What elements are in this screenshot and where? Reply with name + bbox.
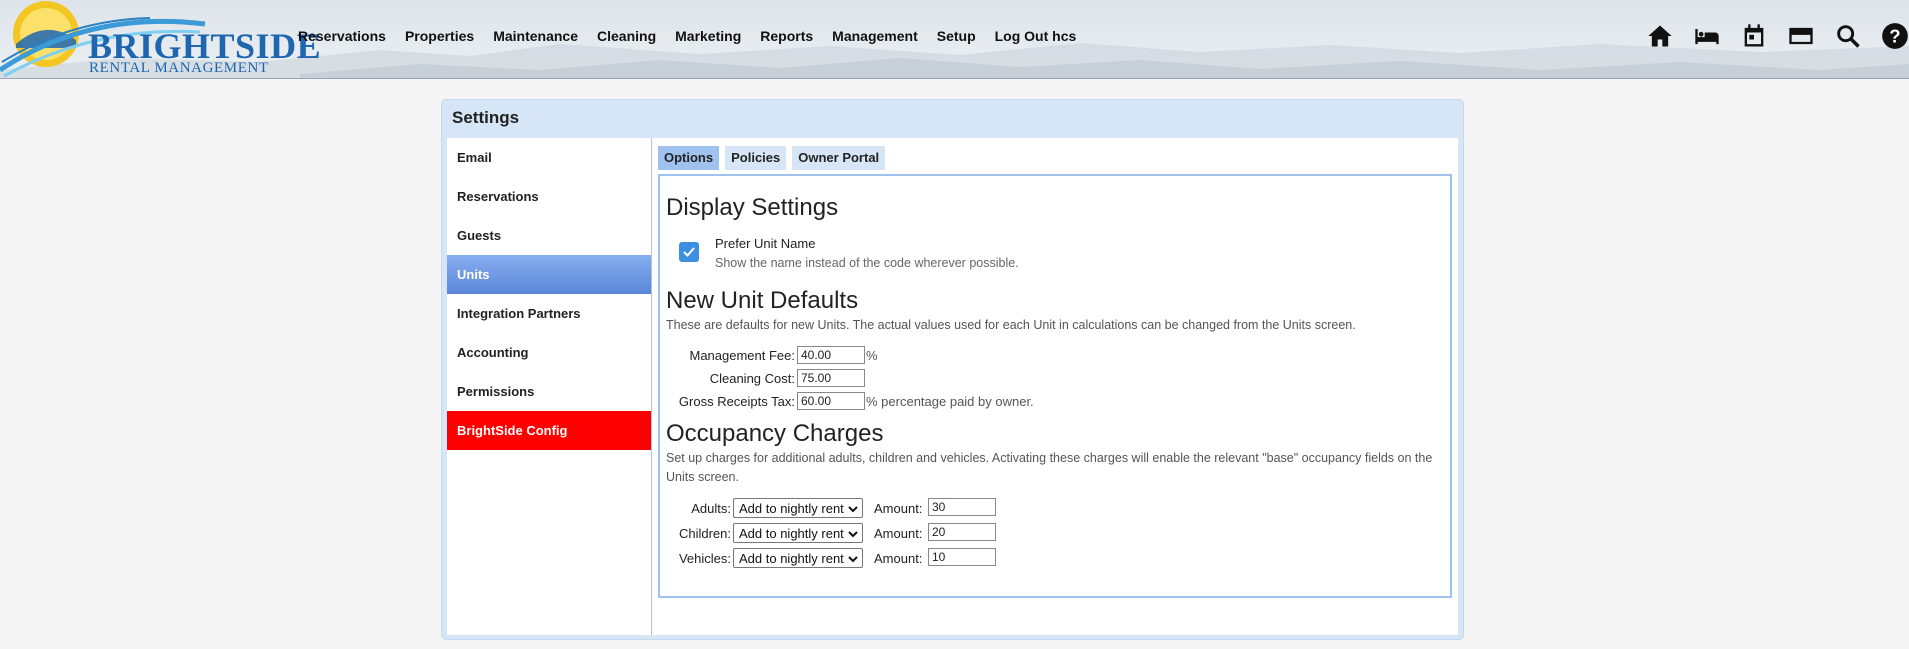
nav-reports[interactable]: Reports [760,28,813,44]
sidebar-item-brightside-config[interactable]: BrightSide Config [447,411,651,450]
tab-owner-portal[interactable]: Owner Portal [792,146,886,170]
adults-amount-input[interactable] [928,498,996,516]
sidebar-item-reservations[interactable]: Reservations [447,177,651,216]
adults-charge-value: Add to nightly rent [739,501,844,516]
options-tab-panel: Display Settings Prefer Unit Name Show t… [658,174,1452,598]
sidebar-item-guests[interactable]: Guests [447,216,651,255]
chevron-down-icon [848,531,858,538]
management-fee-input[interactable] [797,346,865,364]
adults-charge-select[interactable]: Add to nightly rent [733,498,863,518]
tab-policies[interactable]: Policies [725,146,787,170]
nav-marketing[interactable]: Marketing [675,28,741,44]
brand-subtitle: RENTAL MANAGEMENT [89,60,269,76]
children-amount-input[interactable] [928,523,996,541]
children-label: Children: [678,526,731,541]
nav-properties[interactable]: Properties [405,28,474,44]
main-nav: Reservations Properties Maintenance Clea… [298,28,1095,44]
bed-icon[interactable] [1693,22,1721,50]
new-unit-defaults-heading: New Unit Defaults [666,287,859,314]
prefer-unit-name-checkbox[interactable] [679,242,699,262]
vehicles-amount-input[interactable] [928,548,996,566]
settings-sidebar: Email Reservations Guests Units Integrat… [447,138,652,635]
credit-card-icon[interactable] [1787,22,1815,50]
top-header: BRIGHTSIDE RENTAL MANAGEMENT Reservation… [0,0,1909,79]
children-amount-label: Amount: [874,526,923,541]
home-icon[interactable] [1646,22,1674,50]
cleaning-cost-label: Cleaning Cost: [709,371,795,386]
chevron-down-icon [848,506,858,513]
settings-panel: Settings Email Reservations Guests Units… [441,99,1464,640]
adults-label: Adults: [691,501,731,516]
nav-maintenance[interactable]: Maintenance [493,28,578,44]
settings-content: Options Policies Owner Portal Display Se… [658,146,1452,598]
brightside-logo[interactable]: BRIGHTSIDE RENTAL MANAGEMENT [0,0,321,78]
cleaning-cost-input[interactable] [797,369,865,387]
occupancy-charges-description: Set up charges for additional adults, ch… [666,451,1433,484]
management-fee-label: Management Fee: [689,348,795,363]
nav-logout[interactable]: Log Out hcs [995,28,1077,44]
help-icon[interactable]: ? [1881,22,1909,50]
search-icon[interactable] [1834,22,1862,50]
nav-management[interactable]: Management [832,28,918,44]
sidebar-item-integration-partners[interactable]: Integration Partners [447,294,651,333]
tab-bar: Options Policies Owner Portal [658,146,1452,170]
chevron-down-icon [848,556,858,563]
gross-receipts-tax-unit: % percentage paid by owner. [866,394,1034,409]
header-icon-bar: ? [1627,22,1909,50]
nav-cleaning[interactable]: Cleaning [597,28,656,44]
vehicles-charge-value: Add to nightly rent [739,551,844,566]
management-fee-unit: % [866,348,878,363]
calendar-icon[interactable] [1740,22,1768,50]
vehicles-charge-select[interactable]: Add to nightly rent [733,548,863,568]
vehicles-label: Vehicles: [678,551,731,566]
brand-name: BRIGHTSIDE [88,26,322,66]
sidebar-item-email[interactable]: Email [447,138,651,177]
gross-receipts-tax-input[interactable] [797,392,865,410]
children-charge-value: Add to nightly rent [739,526,844,541]
svg-text:?: ? [1889,25,1900,46]
children-charge-select[interactable]: Add to nightly rent [733,523,863,543]
panel-title: Settings [452,108,520,127]
gross-receipts-tax-label: Gross Receipts Tax: [678,394,795,409]
checkmark-icon [683,247,695,257]
nav-reservations[interactable]: Reservations [298,28,386,44]
tab-options[interactable]: Options [658,146,720,170]
nav-setup[interactable]: Setup [937,28,976,44]
vehicles-amount-label: Amount: [874,551,923,566]
prefer-unit-name-hint: Show the name instead of the code wherev… [715,256,1019,270]
occupancy-charges-heading: Occupancy Charges [666,420,884,447]
prefer-unit-name-label: Prefer Unit Name [715,236,816,251]
sidebar-item-units[interactable]: Units [447,255,651,294]
panel-body: Email Reservations Guests Units Integrat… [447,138,1458,635]
display-settings-heading: Display Settings [666,194,839,221]
sidebar-item-permissions[interactable]: Permissions [447,372,651,411]
sidebar-item-accounting[interactable]: Accounting [447,333,651,372]
new-unit-defaults-description: These are defaults for new Units. The ac… [666,318,1356,332]
adults-amount-label: Amount: [874,501,923,516]
